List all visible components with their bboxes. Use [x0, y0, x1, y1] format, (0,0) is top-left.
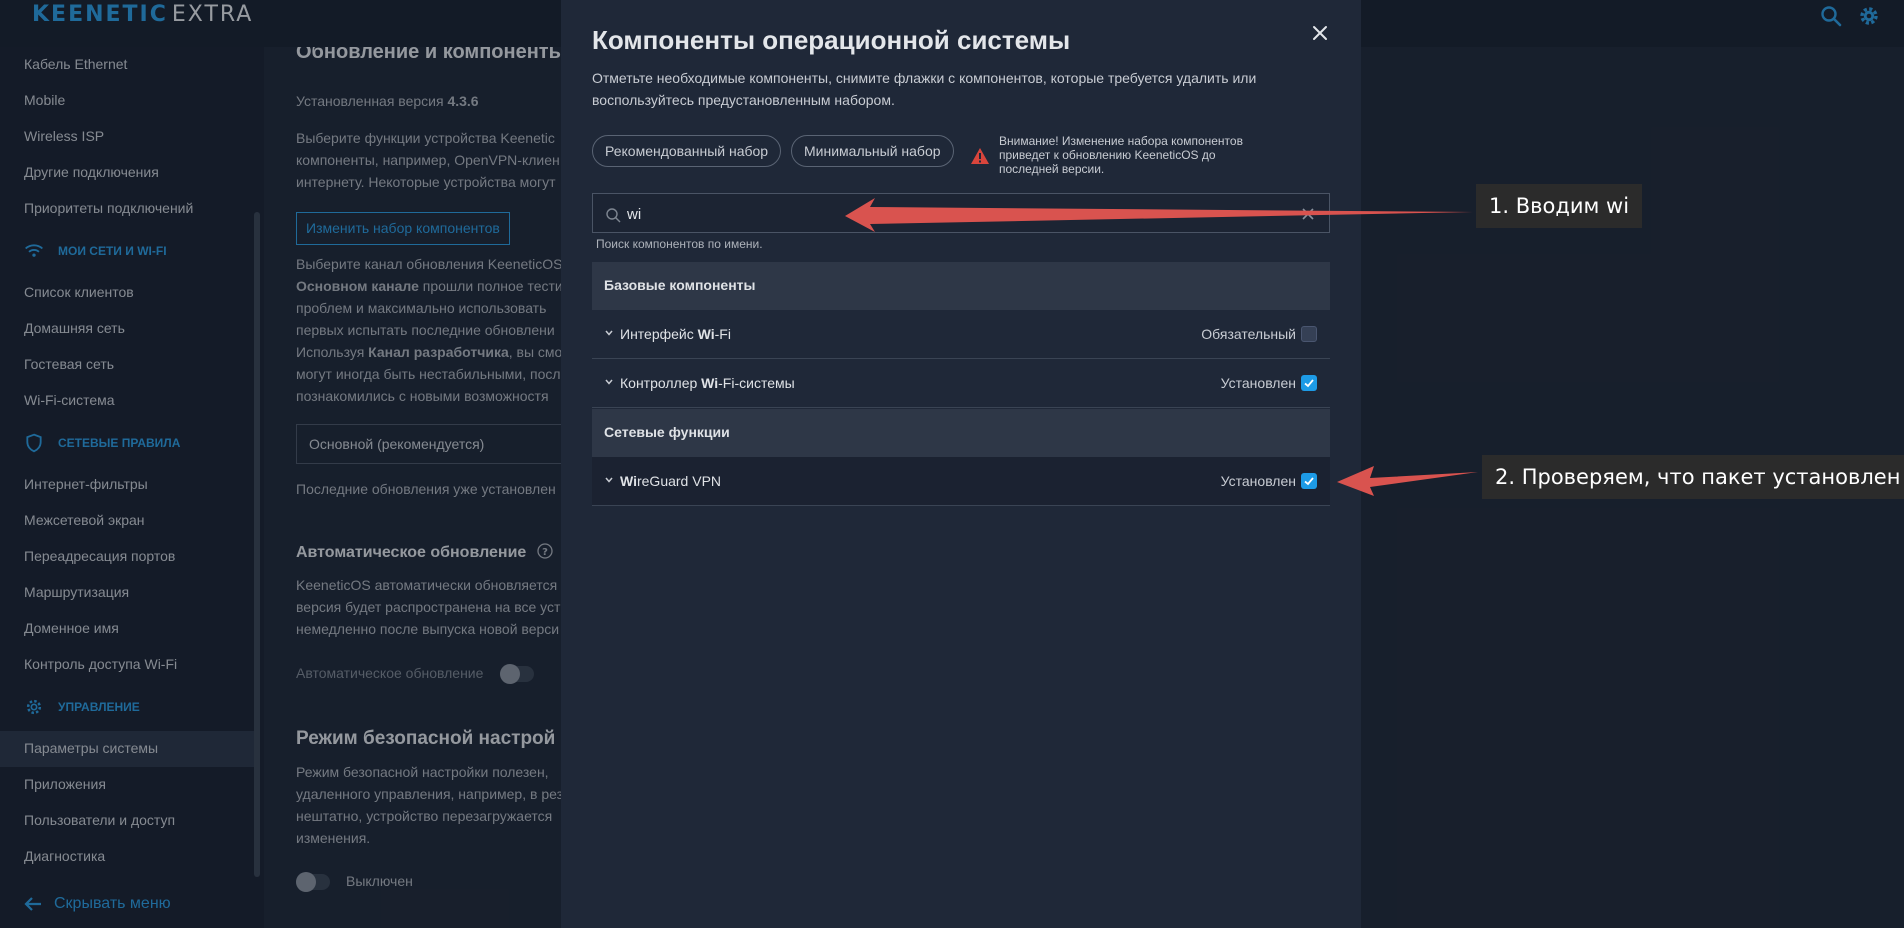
arrow-2: [1337, 466, 1478, 496]
annotation-step-2: 2. Проверяем, что пакет установлен: [1482, 455, 1904, 499]
arrow-1: [845, 198, 1473, 232]
annotation-step-1: 1. Вводим wi: [1476, 184, 1643, 228]
